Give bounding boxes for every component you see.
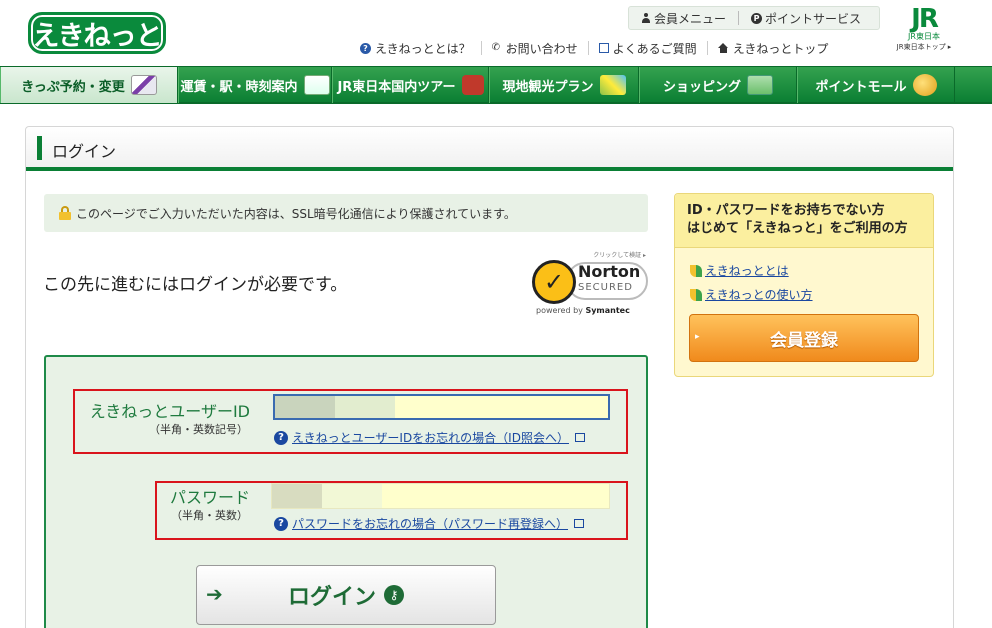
title-accent-bar bbox=[37, 136, 42, 160]
user-id-input[interactable] bbox=[273, 394, 610, 420]
key-icon: ⚷ bbox=[384, 585, 404, 605]
password-hint: （半角・英数） bbox=[171, 509, 248, 522]
point-service-label: ポイントサービス bbox=[765, 11, 862, 26]
site-header: えきねっと 会員メニュー P ポイントサービス JR JR東日本 JR東日本トッ… bbox=[0, 0, 992, 66]
jr-mark: JR bbox=[911, 4, 939, 34]
norton-name: Norton bbox=[578, 262, 641, 281]
jr-sub: JR東日本 bbox=[908, 32, 940, 41]
point-service-link[interactable]: P ポイントサービス bbox=[739, 10, 873, 27]
nav-item-shopping[interactable]: ショッピング bbox=[639, 67, 797, 103]
external-window-icon bbox=[574, 433, 585, 442]
forgot-password-label: パスワードをお忘れの場合（パスワード再登録へ） bbox=[292, 517, 569, 531]
register-heading-line2: はじめて「えきねっと」をご利用の方 bbox=[687, 221, 908, 236]
norton-secured-label: SECURED bbox=[578, 282, 633, 293]
login-button[interactable]: ログイン ⚷ bbox=[196, 565, 496, 625]
norton-powered-by: powered by Symantec bbox=[536, 306, 630, 315]
page: えきねっと 会員メニュー P ポイントサービス JR JR東日本 JR東日本トッ… bbox=[0, 0, 992, 628]
page-title: ログイン bbox=[52, 142, 117, 161]
member-menu-link[interactable]: 会員メニュー bbox=[629, 10, 738, 27]
arrow-right-icon: ▸ bbox=[695, 332, 700, 342]
util-link-top[interactable]: えきねっとトップ bbox=[708, 40, 839, 57]
phone-icon: ✆ bbox=[491, 42, 501, 53]
ssl-notice-text: このページでご入力いただいた内容は、SSL暗号化通信により保護されています。 bbox=[76, 206, 516, 221]
password-label: パスワード bbox=[169, 488, 250, 507]
util-link-contact[interactable]: ✆ お問い合わせ bbox=[482, 40, 588, 57]
nav-item-point-mall[interactable]: ポイントモール bbox=[797, 67, 955, 103]
help-icon: ? bbox=[274, 430, 288, 445]
register-heading-line1: ID・パスワードをお持ちでない方 bbox=[687, 203, 885, 218]
person-icon bbox=[641, 13, 651, 23]
check-glyph: ✓ bbox=[543, 268, 565, 296]
how-to-use-label: えきねっとの使い方 bbox=[705, 288, 813, 302]
beginner-mark-icon bbox=[690, 264, 702, 277]
map-icon bbox=[599, 75, 626, 95]
login-required-message: この先に進むにはログインが必要です。 bbox=[43, 275, 348, 295]
util-link-faq[interactable]: よくあるご質問 bbox=[589, 40, 707, 57]
external-window-icon bbox=[574, 519, 585, 528]
nav-item-local-plan[interactable]: 現地観光プラン bbox=[489, 67, 639, 103]
norton-click-label: クリックして検証 ▸ bbox=[593, 252, 646, 259]
util-link-label: よくあるご質問 bbox=[612, 41, 697, 56]
arrow-right-icon: ➔ bbox=[206, 582, 223, 606]
login-button-label: ログイン bbox=[287, 585, 376, 610]
global-nav: きっぷ予約・変更 運賃・駅・時刻案内 JR東日本国内ツアー 現地観光プラン ショ… bbox=[0, 66, 992, 104]
nav-item-label: ポイントモール bbox=[815, 79, 907, 95]
util-link-about[interactable]: ? えきねっととは？ bbox=[350, 40, 481, 57]
ssl-notice: このページでご入力いただいた内容は、SSL暗号化通信により保護されています。 bbox=[44, 194, 648, 232]
forgot-user-id-label: えきねっとユーザーIDをお忘れの場合（ID照会へ） bbox=[292, 431, 569, 445]
nav-item-domestic-tour[interactable]: JR東日本国内ツアー bbox=[332, 67, 489, 103]
train-icon bbox=[130, 75, 157, 95]
nav-item-label: 運賃・駅・時刻案内 bbox=[180, 79, 298, 95]
ticket-icon bbox=[303, 75, 330, 95]
member-register-label: 会員登録 bbox=[770, 330, 838, 351]
help-icon: ? bbox=[274, 516, 288, 531]
nav-item-label: ショッピング bbox=[662, 79, 741, 95]
util-link-label: お問い合わせ bbox=[505, 41, 578, 56]
nav-item-label: 現地観光プラン bbox=[502, 79, 594, 95]
utility-links: ? えきねっととは？ ✆ お問い合わせ よくあるご質問 えきねっとトップ bbox=[350, 38, 838, 58]
nav-item-ticket-reservation[interactable]: きっぷ予約・変更 bbox=[0, 67, 178, 103]
norton-secured-seal[interactable]: クリックして検証 ▸ ✓ Norton SECURED powered by S… bbox=[532, 250, 650, 318]
suitcase-icon bbox=[461, 75, 484, 95]
about-ekinet-label: えきねっととは bbox=[705, 264, 789, 278]
member-bar: 会員メニュー P ポイントサービス bbox=[628, 6, 880, 30]
forgot-user-id-link[interactable]: ? えきねっとユーザーIDをお忘れの場合（ID照会へ） bbox=[274, 429, 585, 446]
register-heading: ID・パスワードをお持ちでない方 はじめて「えきねっと」をご利用の方 bbox=[675, 194, 933, 248]
powered-prefix: powered by bbox=[536, 306, 583, 315]
question-icon: ? bbox=[360, 42, 371, 54]
shopping-cart-icon bbox=[747, 75, 773, 95]
user-id-label: えきねっとユーザーID bbox=[89, 402, 250, 421]
beginner-mark-icon bbox=[690, 288, 702, 301]
home-icon bbox=[717, 43, 729, 53]
about-ekinet-link[interactable]: えきねっととは bbox=[690, 262, 789, 279]
coins-icon bbox=[912, 74, 937, 96]
nav-item-label: きっぷ予約・変更 bbox=[21, 79, 125, 95]
nav-item-fare-timetable[interactable]: 運賃・駅・時刻案内 bbox=[178, 67, 332, 103]
nav-item-label: JR東日本国内ツアー bbox=[337, 79, 456, 95]
panel-header: ログイン bbox=[26, 127, 953, 171]
lock-icon bbox=[58, 206, 72, 220]
util-link-label: えきねっとトップ bbox=[732, 41, 829, 56]
jr-east-logo[interactable]: JR JR東日本 JR東日本トップ ▸ bbox=[893, 6, 955, 56]
how-to-use-link[interactable]: えきねっとの使い方 bbox=[690, 286, 813, 303]
point-icon: P bbox=[751, 12, 763, 24]
forgot-password-link[interactable]: ? パスワードをお忘れの場合（パスワード再登録へ） bbox=[274, 515, 585, 532]
member-menu-label: 会員メニュー bbox=[654, 11, 727, 26]
member-register-button[interactable]: 会員登録 bbox=[689, 314, 919, 362]
util-link-label: えきねっととは？ bbox=[375, 41, 471, 56]
user-id-hint: （半角・英数記号） bbox=[149, 423, 248, 436]
password-input[interactable] bbox=[271, 483, 610, 509]
norton-check-icon: ✓ bbox=[532, 260, 576, 304]
page-icon bbox=[598, 43, 609, 53]
ekinet-logo[interactable]: えきねっと bbox=[28, 12, 166, 54]
jr-top-link: JR東日本トップ ▸ bbox=[896, 43, 952, 51]
powered-brand: Symantec bbox=[585, 306, 630, 315]
